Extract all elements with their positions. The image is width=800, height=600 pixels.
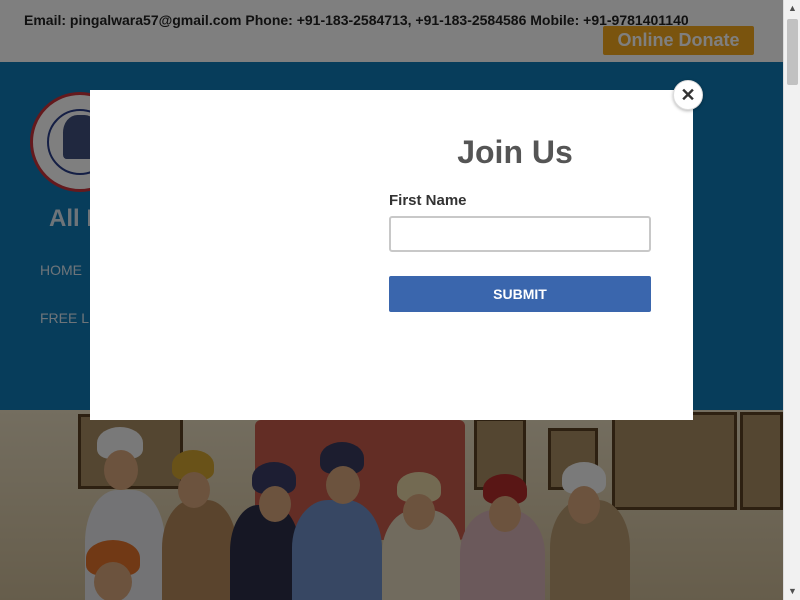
first-name-field[interactable] bbox=[389, 216, 651, 252]
scroll-up-icon[interactable]: ▲ bbox=[784, 0, 800, 17]
submit-button[interactable]: SUBMIT bbox=[389, 276, 651, 312]
close-icon[interactable]: ✕ bbox=[673, 80, 703, 110]
join-us-modal: Join Us First Name SUBMIT bbox=[90, 90, 693, 420]
first-name-label: First Name bbox=[389, 192, 467, 209]
vertical-scrollbar[interactable]: ▲ ▼ bbox=[783, 0, 800, 600]
scrollbar-thumb[interactable] bbox=[787, 19, 798, 85]
modal-title: Join Us bbox=[457, 134, 573, 170]
scroll-down-icon[interactable]: ▼ bbox=[784, 583, 800, 600]
